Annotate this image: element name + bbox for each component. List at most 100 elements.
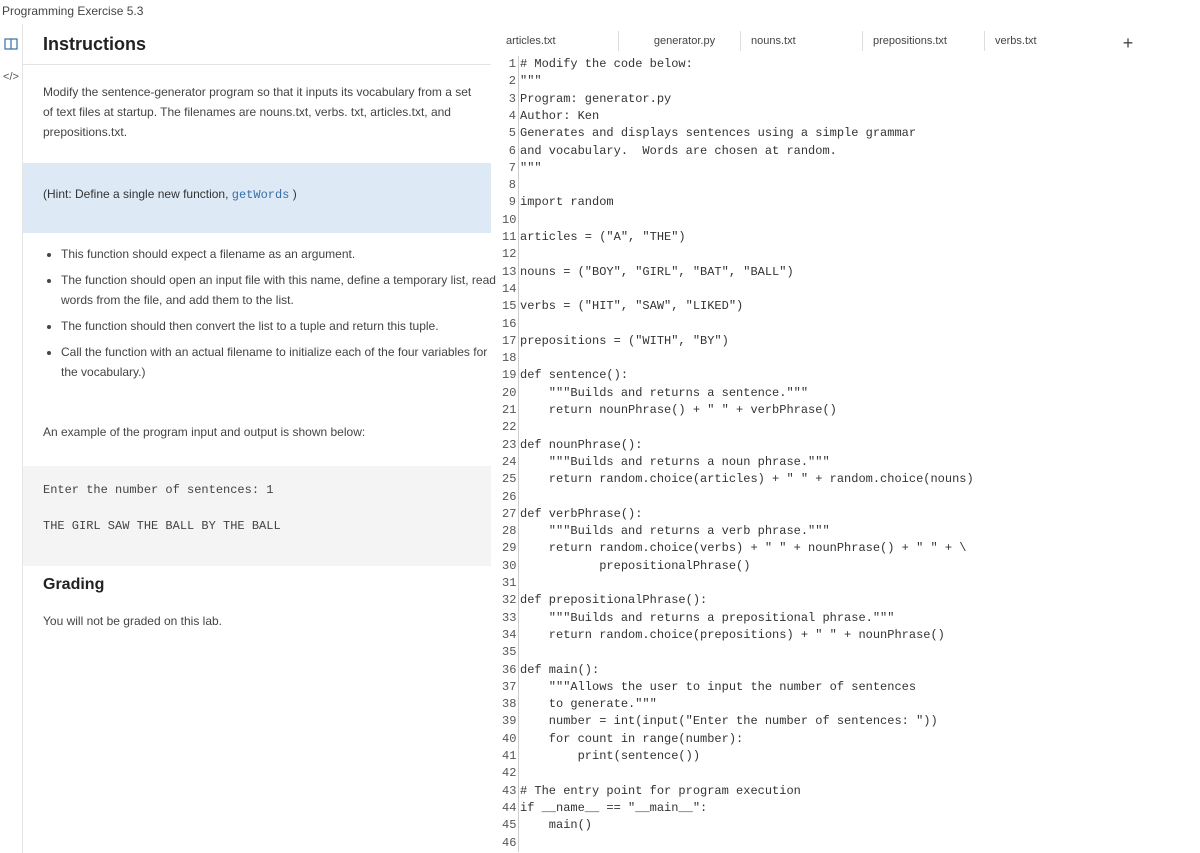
code-line[interactable]: 28 """Builds and returns a verb phrase."… <box>496 523 1196 540</box>
line-number: 26 <box>502 489 517 504</box>
file-tabs: articles.txt generator.py nouns.txt prep… <box>496 31 1146 52</box>
code-line[interactable]: 27 def verbPhrase(): <box>496 506 1196 523</box>
line-number: 25 <box>502 472 517 487</box>
intro-paragraph: Modify the sentence-generator program so… <box>43 85 472 139</box>
line-number: 38 <box>502 697 517 712</box>
code-line[interactable]: 46 <box>496 835 1196 852</box>
code-line[interactable]: 45 main() <box>496 817 1196 834</box>
code-line[interactable]: 40 for count in range(number): <box>496 731 1196 748</box>
instructions-title: Instructions <box>43 34 147 54</box>
code-line[interactable]: 20 """Builds and returns a sentence.""" <box>496 385 1196 402</box>
code-line[interactable]: 37 """Allows the user to input the numbe… <box>496 679 1196 696</box>
line-number: 9 <box>508 195 516 210</box>
code-line[interactable]: 42 <box>496 765 1196 782</box>
code-line[interactable]: 41 print(sentence()) <box>496 748 1196 765</box>
line-number: 1 <box>508 57 516 71</box>
line-text: print(sentence()) <box>520 749 701 763</box>
line-number: 6 <box>508 143 516 158</box>
code-line[interactable]: 16 <box>496 316 1196 333</box>
code-line[interactable]: 39 number = int(input("Enter the number … <box>496 713 1196 730</box>
code-line[interactable]: 35 <box>496 644 1196 661</box>
hint-code: getWords <box>231 188 290 202</box>
line-number: 4 <box>508 108 516 123</box>
code-line[interactable]: 30 prepositionalPhrase() <box>496 558 1196 575</box>
code-line[interactable]: 26 <box>496 489 1196 506</box>
line-text: Author: Ken <box>520 108 600 123</box>
line-number: 35 <box>502 645 517 660</box>
line-number: 12 <box>502 247 517 262</box>
code-line[interactable]: 14 <box>496 281 1196 298</box>
tab-nouns[interactable]: nouns.txt <box>740 31 862 51</box>
line-text: to generate.""" <box>520 697 657 712</box>
code-line[interactable]: 23 def nounPhrase(): <box>496 437 1196 454</box>
line-text: Program: generator.py <box>520 91 672 106</box>
line-number: 39 <box>502 714 517 729</box>
code-line[interactable]: 44 if __name__ == "__main__": <box>496 800 1196 817</box>
code-line[interactable]: 12 <box>496 246 1196 263</box>
sample-input: Enter the number of sentences: 1 <box>43 483 274 497</box>
line-number: 3 <box>508 91 516 106</box>
line-text: """ <box>520 74 542 89</box>
code-line[interactable]: 10 <box>496 212 1196 229</box>
line-number: 24 <box>502 454 517 469</box>
list-item: This function should expect a filename a… <box>61 244 506 264</box>
code-line[interactable]: 43 # The entry point for program executio… <box>496 783 1196 800</box>
code-line[interactable]: 19 def sentence(): <box>496 367 1196 384</box>
code-line[interactable]: 7 """ <box>496 160 1196 177</box>
code-line[interactable]: 11 articles = ("A", "THE") <box>496 229 1196 246</box>
tab-prepositions[interactable]: prepositions.txt <box>862 31 984 51</box>
code-line[interactable]: 1 # Modify the code below: <box>496 56 1196 73</box>
code-line[interactable]: 5 Generates and displays sentences using … <box>496 125 1196 142</box>
code-line[interactable]: 36 def main(): <box>496 662 1196 679</box>
code-line[interactable]: 21 return nounPhrase() + " " + verbPhras… <box>496 402 1196 419</box>
grading-text: You will not be graded on this lab. <box>43 614 223 628</box>
code-line[interactable]: 22 <box>496 419 1196 436</box>
line-number: 34 <box>502 627 517 642</box>
line-text: """Builds and returns a prepositional ph… <box>520 610 895 625</box>
line-number: 8 <box>508 178 516 193</box>
line-number: 28 <box>502 524 517 539</box>
list-item: The function should then convert the lis… <box>61 316 506 336</box>
code-line[interactable]: 18 <box>496 350 1196 367</box>
line-text: verbs = ("HIT", "SAW", "LIKED") <box>520 299 744 314</box>
code-line[interactable]: 6 and vocabulary. Words are chosen at ran… <box>496 143 1196 160</box>
code-line[interactable]: 13 nouns = ("BOY", "GIRL", "BAT", "BALL") <box>496 264 1196 281</box>
add-tab-button[interactable]: + <box>1120 34 1136 52</box>
book-icon[interactable] <box>3 37 19 51</box>
side-rail: </> <box>0 24 22 853</box>
code-line[interactable]: 29 return random.choice(verbs) + " " + n… <box>496 540 1196 557</box>
code-line[interactable]: 34 return random.choice(prepositions) + … <box>496 627 1196 644</box>
tab-articles[interactable]: articles.txt <box>496 31 618 51</box>
code-line[interactable]: 31 <box>496 575 1196 592</box>
line-number: 10 <box>502 212 517 227</box>
instructions-header: Instructions <box>23 24 491 65</box>
list-item: Call the function with an actual filenam… <box>61 342 506 382</box>
tab-generator[interactable]: generator.py <box>618 31 740 51</box>
line-text: prepositionalPhrase() <box>520 558 751 573</box>
code-line[interactable]: 38 to generate.""" <box>496 696 1196 713</box>
line-text: """Builds and returns a sentence.""" <box>520 385 809 400</box>
code-line[interactable]: 3 Program: generator.py <box>496 91 1196 108</box>
code-line[interactable]: 33 """Builds and returns a prepositional… <box>496 610 1196 627</box>
code-line[interactable]: 17 prepositions = ("WITH", "BY") <box>496 333 1196 350</box>
code-line[interactable]: 15 verbs = ("HIT", "SAW", "LIKED") <box>496 298 1196 315</box>
line-text: Generates and displays sentences using a… <box>520 126 917 141</box>
code-line[interactable]: 24 """Builds and returns a noun phrase."… <box>496 454 1196 471</box>
line-text: """ <box>520 160 542 175</box>
line-number: 19 <box>502 368 517 383</box>
code-line[interactable]: 32 def prepositionalPhrase(): <box>496 592 1196 609</box>
code-icon[interactable]: </> <box>3 70 19 84</box>
code-line[interactable]: 4 Author: Ken <box>496 108 1196 125</box>
code-line[interactable]: 2 """ <box>496 73 1196 90</box>
line-text: """Builds and returns a noun phrase.""" <box>520 454 830 469</box>
line-number: 30 <box>502 558 517 573</box>
line-text: prepositions = ("WITH", "BY") <box>520 333 729 348</box>
code-line[interactable]: 25 return random.choice(articles) + " " … <box>496 471 1196 488</box>
tab-verbs[interactable]: verbs.txt <box>984 31 1106 51</box>
line-text: def verbPhrase(): <box>520 506 643 521</box>
code-line[interactable]: 8 <box>496 177 1196 194</box>
code-line[interactable]: 9 import random <box>496 194 1196 211</box>
hint-box: (Hint: Define a single new function, get… <box>23 163 491 233</box>
line-text: def sentence(): <box>520 368 629 383</box>
code-editor: articles.txt generator.py nouns.txt prep… <box>496 24 1200 853</box>
